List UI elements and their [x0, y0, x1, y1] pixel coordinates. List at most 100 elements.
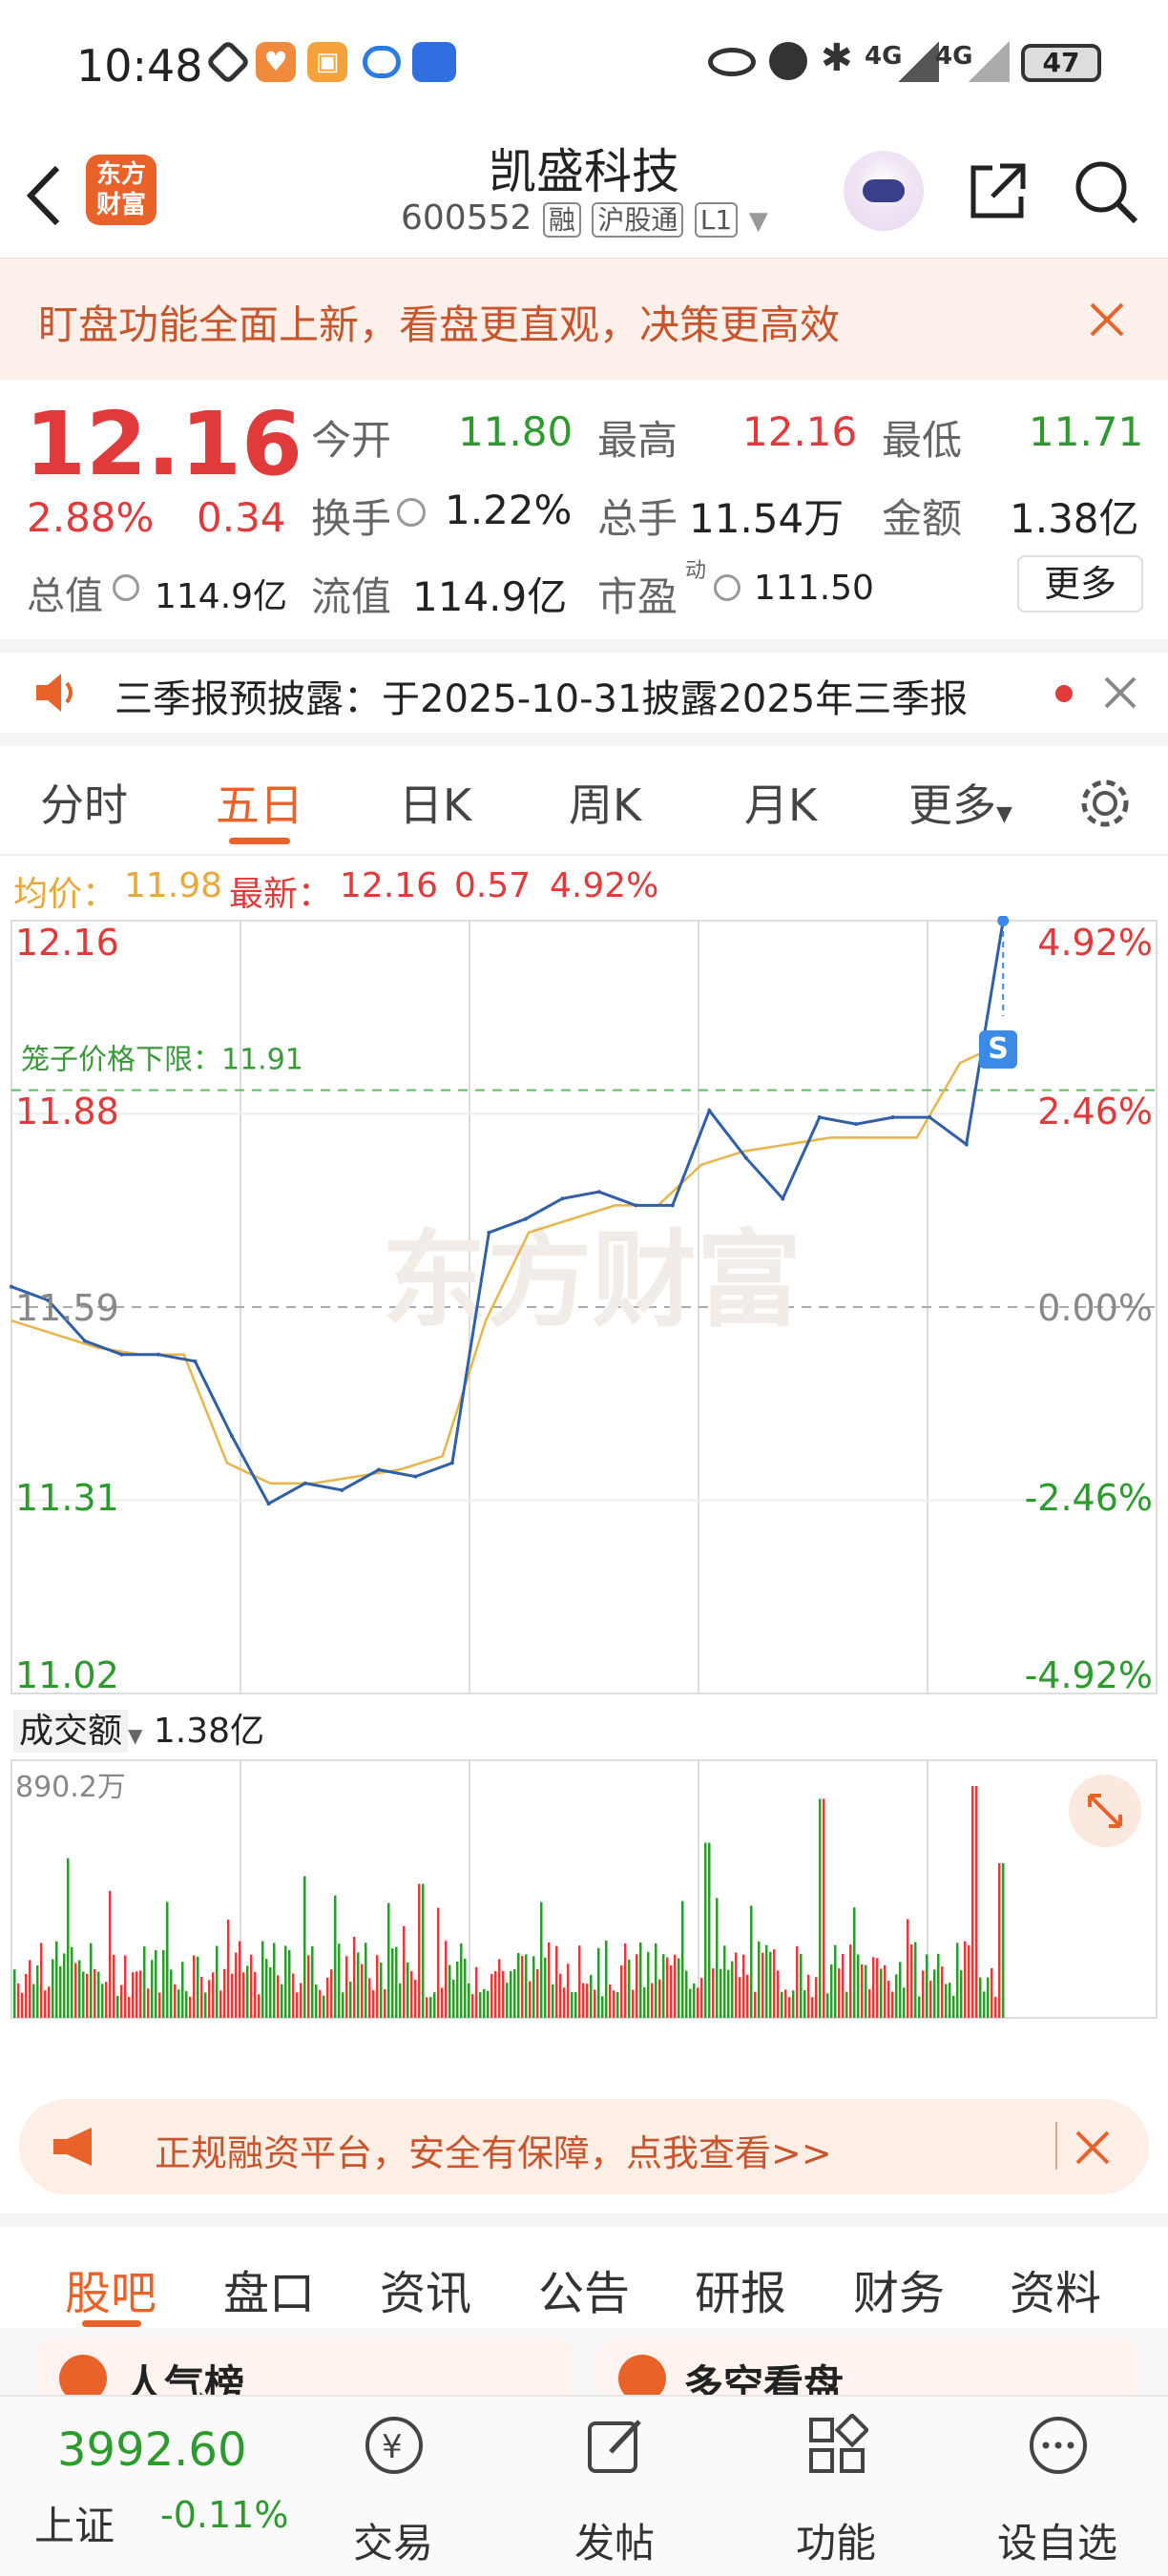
volume-bar [662, 1954, 665, 2018]
volume-bar [525, 1954, 528, 2018]
close-icon[interactable] [1074, 2129, 1111, 2166]
tab-guba[interactable]: 股吧 [65, 2255, 156, 2322]
more-button[interactable]: 更多 [1017, 555, 1143, 613]
volume-bar [311, 1945, 314, 2018]
volume-bar [849, 1944, 852, 2018]
sell-signal-icon[interactable]: S [979, 1030, 1017, 1069]
nav-post[interactable]: 发帖 [519, 2397, 710, 2576]
volume-selector[interactable]: 成交额 ▼ 1.38亿 [13, 1703, 264, 1753]
volume-bar [735, 1952, 738, 2018]
nav-add-watchlist[interactable]: 设自选 [962, 2397, 1153, 2576]
tab-announcements[interactable]: 公告 [538, 2255, 630, 2322]
volume-bar [712, 1968, 715, 2018]
expand-icon[interactable] [1069, 1775, 1141, 1847]
volume-bar [968, 1945, 970, 2018]
tab-monthly-k[interactable]: 月K [744, 771, 817, 834]
stock-code: 600552 [401, 198, 532, 238]
price-point [340, 1487, 344, 1492]
eastmoney-logo[interactable]: 东方 财富 [86, 155, 156, 225]
chart-canvas[interactable]: 东方财富 12.16 4.92% 11.88 2.46% 11.59 0.00% 11.31… [0, 916, 1168, 2032]
tab-daily-k[interactable]: 日K [399, 771, 471, 834]
y-tick-label: 11.31 [15, 1477, 119, 1519]
price-point [817, 1115, 822, 1120]
speaker-icon [36, 674, 73, 712]
close-icon[interactable] [1088, 301, 1126, 339]
tag-hgt: 沪股通 [592, 202, 684, 238]
volume-bar [720, 1968, 722, 2018]
volume-bar [441, 1987, 444, 2018]
volume-bar [239, 1941, 241, 2018]
volume-bar [116, 1995, 119, 2018]
volume-bar [975, 1786, 978, 2018]
volume-bar [655, 1942, 657, 2018]
volume-bar [357, 1952, 360, 2018]
volume-bar [891, 1991, 894, 2018]
tab-intraday[interactable]: 分时 [40, 771, 128, 834]
nav-add-watchlist-label: 设自选 [996, 2520, 1117, 2566]
volume-bar [97, 1971, 100, 2018]
high-label: 最高 [597, 417, 678, 464]
financing-ad[interactable]: 正规融资平台，安全有保障，点我查看>> [19, 2099, 1149, 2194]
info-icon[interactable] [714, 574, 740, 601]
notice-bar[interactable]: 三季报预披露：于2025-10-31披露2025年三季报 [0, 639, 1168, 746]
volume-bar [807, 1974, 810, 2018]
tab-pankou[interactable]: 盘口 [223, 2255, 315, 2322]
info-icon[interactable] [397, 498, 426, 527]
volume-bar [552, 1984, 554, 2018]
back-arrow-icon[interactable] [21, 162, 69, 229]
volume-bar [788, 1997, 791, 2018]
volume-bar [407, 1962, 409, 2018]
five-day-chart[interactable]: 东方财富 12.16 4.92% 11.88 2.46% 11.59 0.00% 11.31… [0, 916, 1168, 2032]
search-icon[interactable] [1073, 158, 1141, 227]
info-icon[interactable] [113, 574, 139, 601]
volume-bar [212, 1972, 215, 2018]
volume-bar [666, 1957, 669, 2018]
price-point [781, 1196, 785, 1201]
tab-research[interactable]: 研报 [695, 2255, 786, 2322]
volume-bar [899, 1962, 902, 2018]
tab-more[interactable]: 更多▼ [908, 771, 1012, 834]
volume-bar [468, 1983, 470, 2018]
tab-more-label: 更多 [908, 779, 996, 831]
volume-bar [44, 1990, 47, 2018]
settings-gear-icon[interactable] [1076, 775, 1134, 832]
latest-change: 0.57 [454, 866, 532, 905]
stock-code-row[interactable]: 600552 融 沪股通 L1 ▼ [401, 198, 768, 238]
index-ticker[interactable]: 3992.60 上证 -0.11% [29, 2416, 315, 2568]
volume-bar [842, 1954, 845, 2018]
nav-functions[interactable]: 功能 [740, 2397, 931, 2576]
tab-weekly-k[interactable]: 周K [569, 771, 641, 834]
share-icon[interactable] [964, 158, 1031, 225]
chevron-down-icon: ▼ [996, 802, 1012, 826]
robot-assistant-icon[interactable] [844, 151, 924, 231]
close-icon[interactable] [1103, 675, 1137, 710]
volume-bar [880, 1968, 883, 2018]
tab-five-day[interactable]: 五日 [216, 771, 303, 834]
volume-bar [979, 1977, 982, 2018]
ad-text: 正规融资平台，安全有保障，点我查看>> [155, 2132, 832, 2174]
volume-bar [258, 1994, 261, 2018]
volume-bar [933, 1969, 936, 2018]
content-peek: 人气榜 多空看盘 [0, 2328, 1168, 2408]
nav-trade[interactable]: ¥ 交易 [298, 2397, 489, 2576]
volume-bar [811, 1997, 814, 2018]
tab-news[interactable]: 资讯 [380, 2255, 471, 2322]
volume-bar [796, 1945, 799, 2018]
change-percent: 2.88% [27, 494, 155, 541]
volume-bar [532, 1956, 535, 2018]
volume-bar [399, 1983, 402, 2018]
tab-profile[interactable]: 资料 [1010, 2255, 1101, 2322]
tab-finance[interactable]: 财务 [853, 2255, 945, 2322]
volume-bar [670, 1965, 673, 2018]
feature-banner[interactable]: 盯盘功能全面上新，看盘更直观，决策更高效 [0, 258, 1168, 380]
turnover-value: 1.22% [445, 487, 573, 533]
volume-bar [937, 1953, 940, 2018]
price-point [596, 1190, 601, 1195]
volume-bar [105, 1982, 108, 2018]
volume-bar [94, 1968, 96, 2018]
x-tick-label: 10/24 [532, 2029, 636, 2032]
volume-value: 11.54万 [689, 495, 845, 542]
price-point [964, 1142, 969, 1147]
volume-bar [903, 1987, 906, 2018]
volume-bar [40, 1942, 43, 2018]
